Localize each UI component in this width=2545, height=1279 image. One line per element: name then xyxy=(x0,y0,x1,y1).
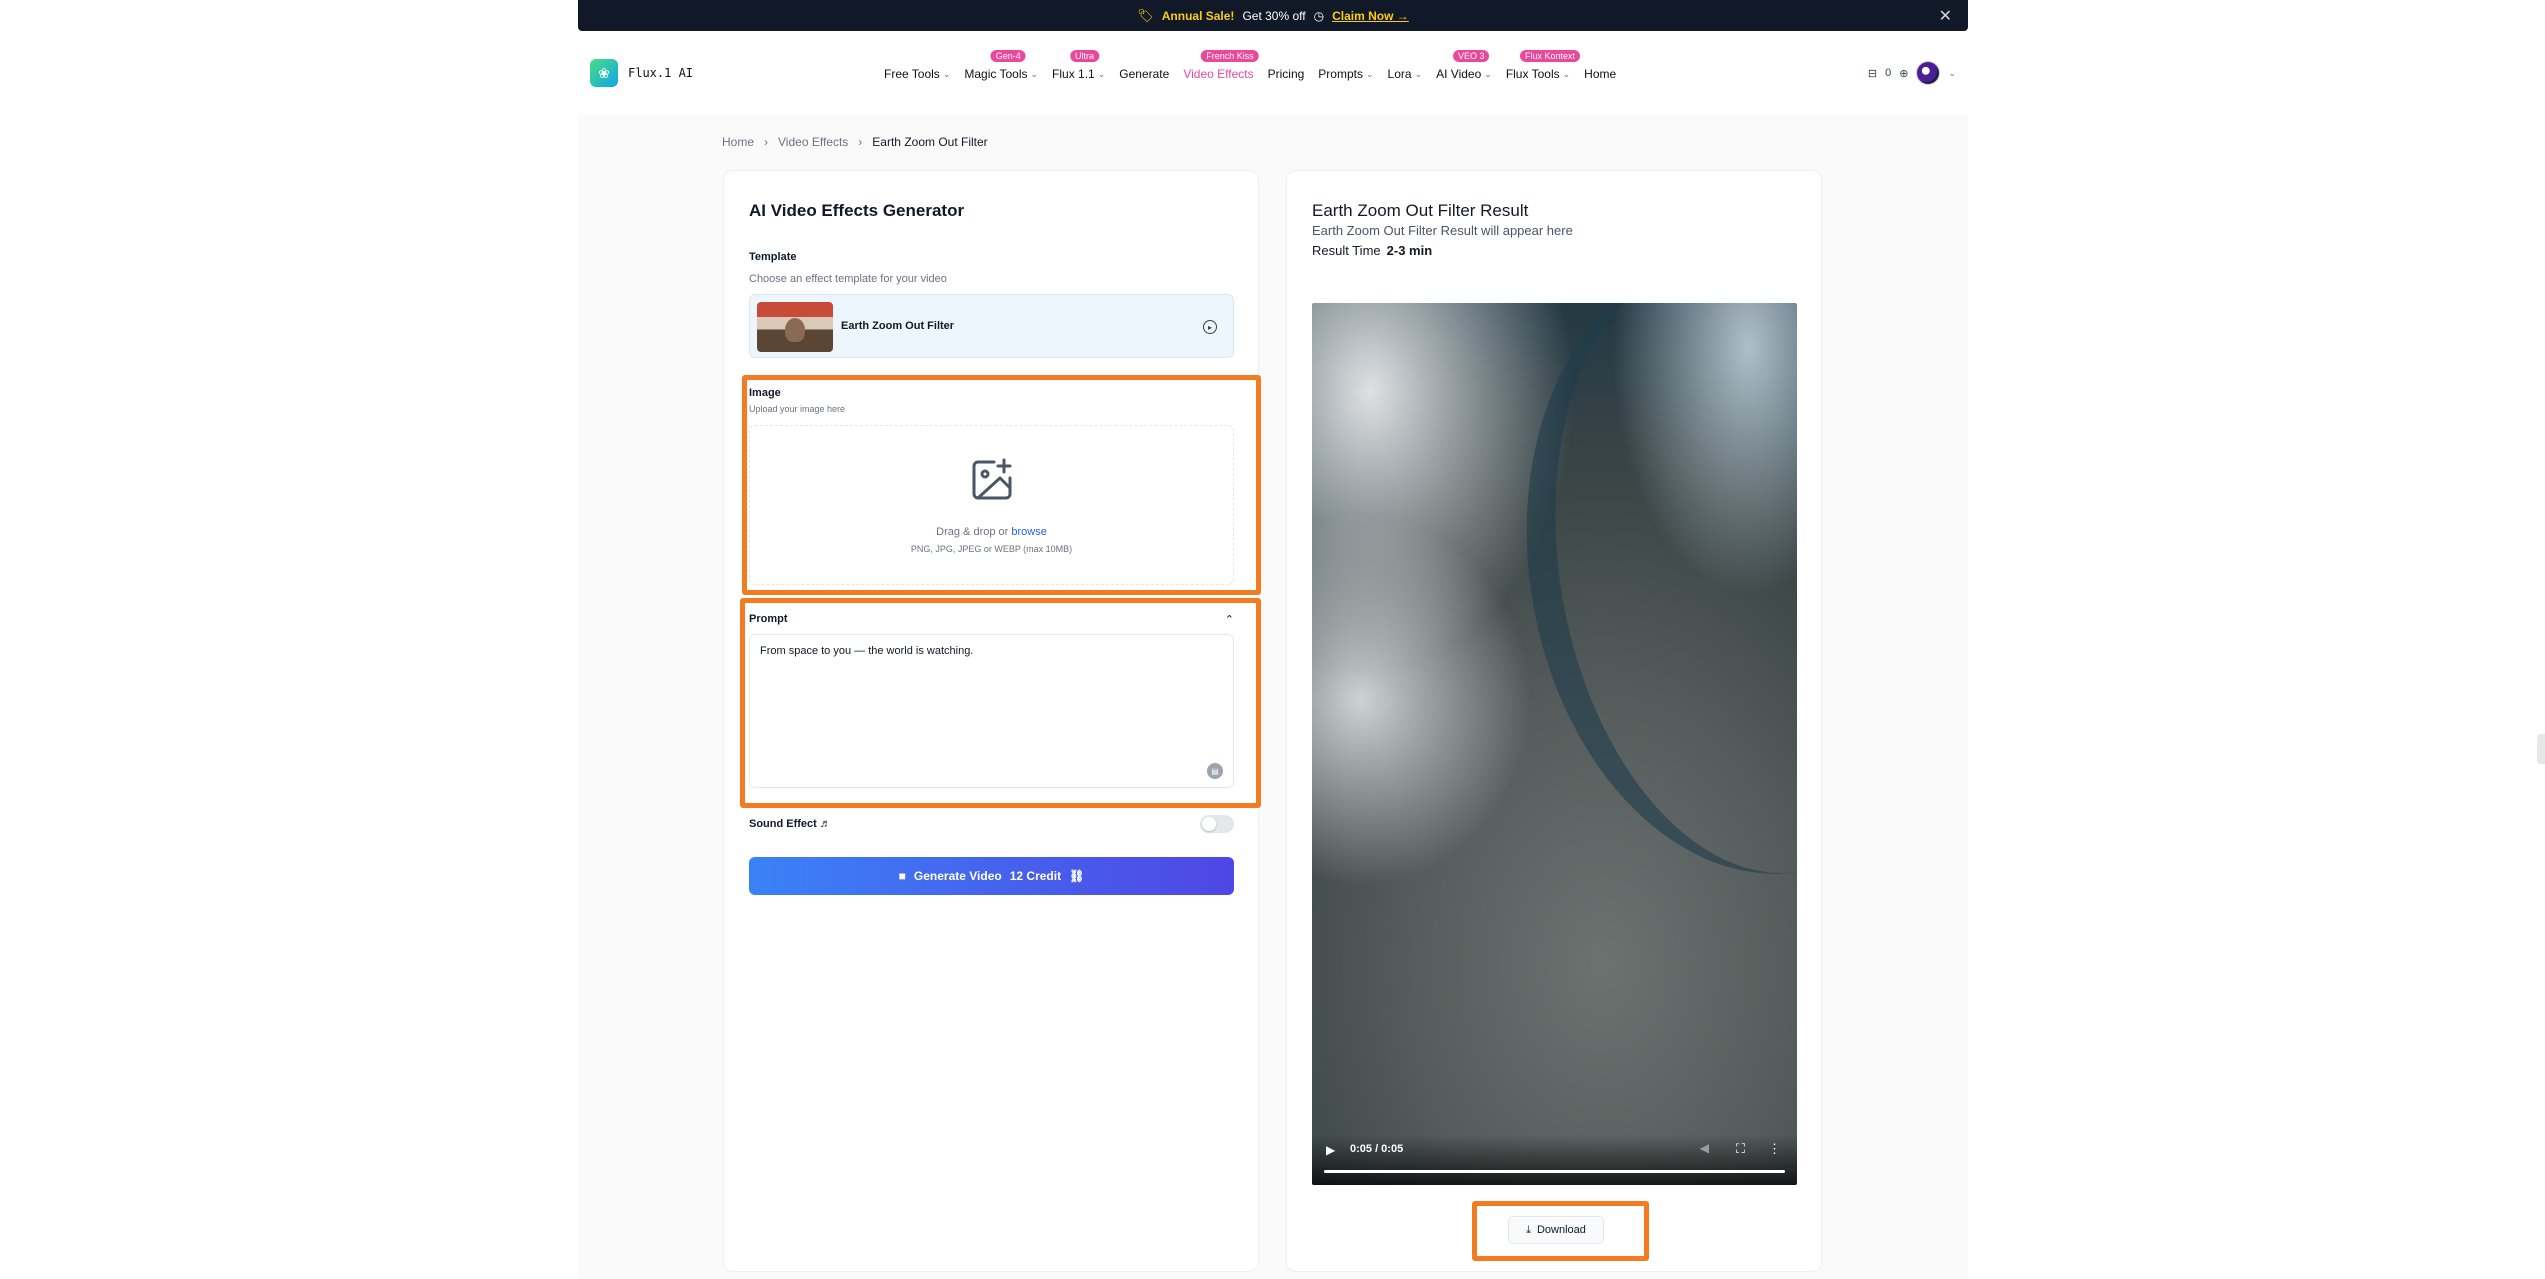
nav-flux-tools[interactable]: Flux Kontext Flux Tools ⌄ xyxy=(1506,50,1581,81)
nav-lora[interactable]: Lora ⌄ xyxy=(1388,67,1423,81)
logo[interactable]: ❀ Flux.1 AI xyxy=(590,59,693,87)
prompt-assist-icon[interactable]: ▤ xyxy=(1207,763,1223,779)
template-label: Template xyxy=(749,251,797,263)
breadcrumb-current: Earth Zoom Out Filter xyxy=(872,135,988,149)
avatar[interactable] xyxy=(1916,61,1941,85)
side-feedback-tab[interactable] xyxy=(2537,734,2545,764)
chevron-down-icon: ⌄ xyxy=(1097,68,1106,79)
accepted-formats: PNG, JPG, JPEG or WEBP (max 10MB) xyxy=(910,544,1073,554)
main-nav: Free Tools ⌄ Gen-4 Magic Tools ⌄ Ultra Flux … xyxy=(884,50,1616,81)
video-progress-bar[interactable] xyxy=(1324,1170,1785,1173)
nav-prompts[interactable]: Prompts ⌄ xyxy=(1318,67,1373,81)
sale-label: Annual Sale! xyxy=(1161,8,1235,23)
more-options-icon[interactable]: ⋮ xyxy=(1768,1141,1781,1157)
credits-icon: ⊟ xyxy=(1867,67,1878,80)
chevron-down-icon: ⌄ xyxy=(1365,68,1374,79)
user-area: ⊟ 0 ⊕ ⌄ xyxy=(1868,61,1956,85)
prompt-header[interactable]: Prompt ⌃ xyxy=(749,613,1234,626)
sound-effect-label: Sound Effect ♬ xyxy=(749,818,831,830)
nav-home[interactable]: Home xyxy=(1584,67,1616,81)
image-label: Image xyxy=(749,387,781,399)
clock-icon: ◷ xyxy=(1313,8,1325,23)
chevron-down-icon: ⌄ xyxy=(1414,68,1423,79)
nav-magic-tools[interactable]: Gen-4 Magic Tools ⌄ xyxy=(964,50,1039,81)
nav-badge: French Kiss xyxy=(1201,50,1259,62)
video-time: 0:05 / 0:05 xyxy=(1350,1143,1404,1155)
nav-badge: Ultra xyxy=(1069,50,1099,62)
breadcrumb-home[interactable]: Home xyxy=(722,135,754,149)
prompt-label: Prompt xyxy=(749,613,788,625)
generate-video-button[interactable]: ■ Generate Video 12 Credit ⛓ xyxy=(749,857,1234,895)
chevron-up-icon[interactable]: ⌃ xyxy=(1225,613,1234,626)
nav-pricing[interactable]: Pricing xyxy=(1268,67,1305,81)
chevron-down-icon: ⌄ xyxy=(1562,68,1571,79)
nav-video-effects[interactable]: French Kiss Video Effects xyxy=(1183,50,1259,81)
breadcrumb-video-effects[interactable]: Video Effects xyxy=(778,135,848,149)
credits-count: 0 xyxy=(1885,67,1892,79)
result-panel: Earth Zoom Out Filter Result Earth Zoom … xyxy=(1286,170,1822,1272)
result-title: Earth Zoom Out Filter Result xyxy=(1312,201,1529,220)
sound-effect-row: Sound Effect ♬ xyxy=(749,815,1234,833)
add-credits-icon[interactable]: ⊕ xyxy=(1899,67,1908,80)
generator-panel: AI Video Effects Generator Template Choo… xyxy=(723,170,1259,1272)
download-icon: ⤓ xyxy=(1526,1223,1531,1236)
nav-badge: Gen-4 xyxy=(990,50,1026,62)
close-icon[interactable]: ✕ xyxy=(1939,6,1952,26)
volume-icon[interactable]: ◀ xyxy=(1700,1141,1709,1155)
download-button[interactable]: ⤓ Download xyxy=(1508,1216,1604,1244)
image-upload-dropzone[interactable]: Drag & drop or browse PNG, JPG, JPEG or … xyxy=(749,425,1234,585)
chevron-down-icon: ⌄ xyxy=(1030,68,1039,79)
logo-text: Flux.1 AI xyxy=(628,66,694,80)
video-camera-icon: ■ xyxy=(898,869,906,883)
result-subtitle: Earth Zoom Out Filter Result will appear… xyxy=(1312,223,1573,238)
drag-drop-text: Drag & drop or browse xyxy=(936,526,1047,538)
nav-generate[interactable]: Generate xyxy=(1119,67,1169,81)
chevron-right-icon: › xyxy=(764,135,769,149)
template-selector[interactable]: Earth Zoom Out Filter ▸ xyxy=(749,294,1234,358)
claim-now-link[interactable]: Claim Now → xyxy=(1332,9,1409,23)
play-icon[interactable]: ▶ xyxy=(1326,1143,1335,1157)
template-name: Earth Zoom Out Filter xyxy=(841,320,955,332)
prompt-input[interactable]: From space to you — the world is watchin… xyxy=(749,634,1234,788)
add-image-icon xyxy=(972,458,1012,500)
chevron-right-icon: › xyxy=(858,135,863,149)
nav-free-tools[interactable]: Free Tools ⌄ xyxy=(884,67,950,81)
template-thumbnail xyxy=(757,302,833,352)
music-note-icon: ♬ xyxy=(819,818,831,830)
offer-text: Get 30% off xyxy=(1242,8,1306,23)
template-hint: Choose an effect template for your video xyxy=(749,273,947,285)
chevron-down-icon: ⌄ xyxy=(942,68,951,79)
nav-flux-1-1[interactable]: Ultra Flux 1.1 ⌄ xyxy=(1052,50,1106,81)
nav-ai-video[interactable]: VEO 3 AI Video ⌄ xyxy=(1436,50,1492,81)
nav-badge: VEO 3 xyxy=(1452,50,1490,62)
link-icon: ⛓ xyxy=(1069,869,1085,883)
video-controls: ▶ 0:05 / 0:05 ◀ ⛶ ⋮ xyxy=(1312,1135,1797,1185)
logo-icon: ❀ xyxy=(590,59,618,87)
top-header: ❀ Flux.1 AI Free Tools ⌄ Gen-4 Magic Tools… xyxy=(578,31,1968,115)
panel-title: AI Video Effects Generator xyxy=(749,201,965,220)
fullscreen-icon[interactable]: ⛶ xyxy=(1736,1141,1745,1157)
result-time: Result Time 2-3 min xyxy=(1312,243,1433,258)
tag-icon: 🏷 xyxy=(1137,7,1154,23)
image-hint: Upload your image here xyxy=(749,404,846,414)
browse-link[interactable]: browse xyxy=(1011,526,1046,538)
announcement-banner: 🏷 Annual Sale! Get 30% off ◷ Claim Now →… xyxy=(578,0,1968,31)
change-template-icon[interactable]: ▸ xyxy=(1203,320,1217,334)
nav-badge: Flux Kontext xyxy=(1519,50,1581,62)
breadcrumb: Home › Video Effects › Earth Zoom Out Fi… xyxy=(722,135,988,149)
result-video[interactable]: ▶ 0:05 / 0:05 ◀ ⛶ ⋮ xyxy=(1312,303,1797,1185)
chevron-down-icon: ⌄ xyxy=(1484,68,1492,79)
sound-effect-toggle[interactable] xyxy=(1200,815,1234,833)
chevron-down-icon[interactable]: ⌄ xyxy=(1948,68,1956,79)
